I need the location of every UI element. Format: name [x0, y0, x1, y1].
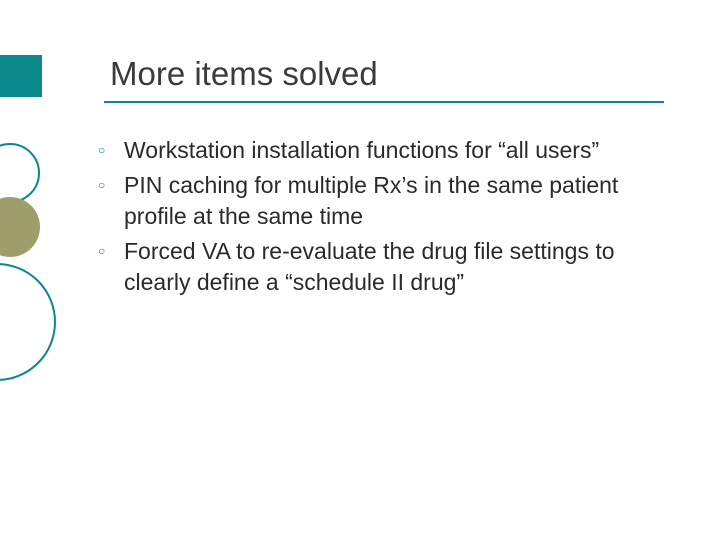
bullet-marker-icon: ○ [98, 135, 124, 158]
bullet-item: ○ Forced VA to re-evaluate the drug file… [98, 236, 640, 298]
bullet-text: Workstation installation functions for “… [124, 135, 640, 166]
title-underline [104, 101, 664, 103]
bullet-item: ○ PIN caching for multiple Rx’s in the s… [98, 170, 640, 232]
title-block: More items solved [110, 55, 660, 103]
decoration-circle-outline-large [0, 263, 56, 381]
slide: More items solved ○ Workstation installa… [0, 0, 720, 540]
decoration-circle-solid [0, 197, 40, 257]
decoration-square [0, 55, 42, 97]
decoration-circle-outline [0, 143, 40, 203]
bullet-marker-icon: ○ [98, 236, 124, 259]
bullet-marker-icon: ○ [98, 170, 124, 193]
decoration-left [0, 55, 42, 475]
bullet-text: Forced VA to re-evaluate the drug file s… [124, 236, 640, 298]
slide-title: More items solved [110, 55, 660, 93]
content-area: ○ Workstation installation functions for… [98, 135, 660, 298]
bullet-text: PIN caching for multiple Rx’s in the sam… [124, 170, 640, 232]
bullet-item: ○ Workstation installation functions for… [98, 135, 640, 166]
